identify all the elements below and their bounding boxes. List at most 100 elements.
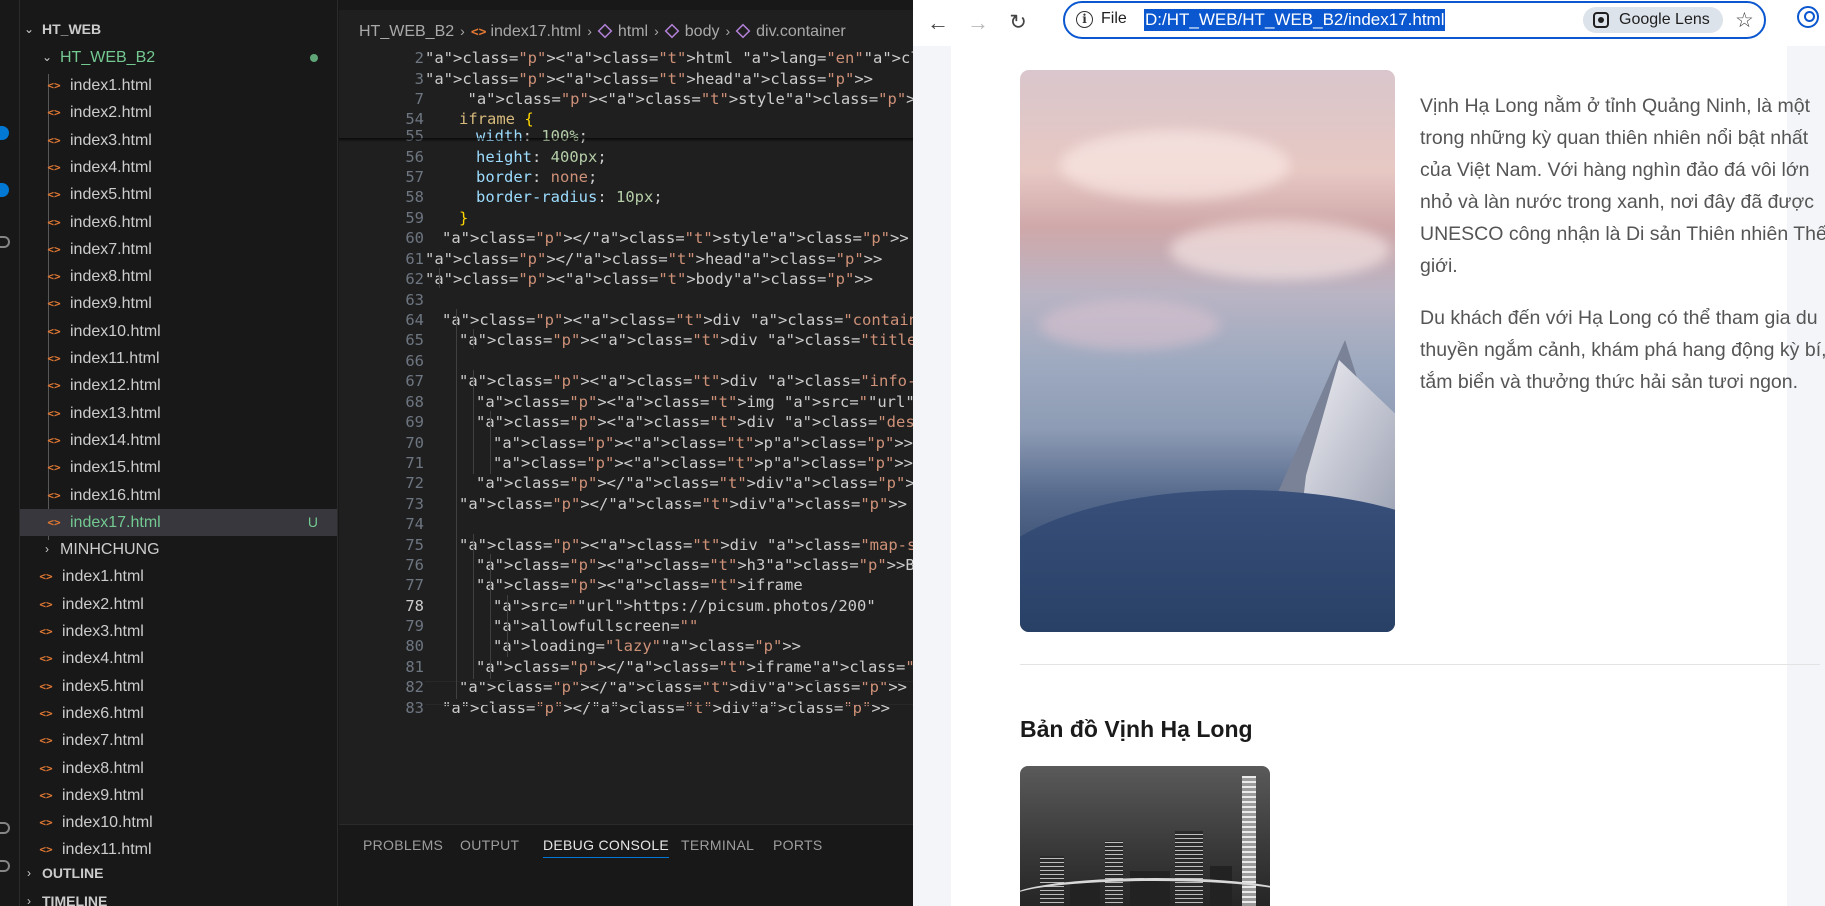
tree-item-label: index8.html	[70, 268, 152, 286]
html-file-icon: <>	[47, 79, 61, 92]
tree-file[interactable]: <> index1.html	[20, 563, 337, 590]
tree-file[interactable]: <> index4.html	[20, 645, 337, 672]
tree-file[interactable]: <> index8.html	[20, 263, 337, 290]
web-page: Vịnh Hạ Long nằm ở tỉnh Quảng Ninh, là m…	[913, 46, 1825, 906]
line-number: 83	[405, 699, 424, 717]
tree-folder-minhchung[interactable]: › MINHCHUNG	[20, 536, 337, 563]
html-file-icon: <>	[47, 188, 61, 202]
tree-file[interactable]: <> index6.html	[20, 209, 337, 236]
breadcrumb-segment[interactable]: html	[618, 23, 648, 40]
tree-file[interactable]: <> index8.html	[20, 755, 337, 782]
site-info-icon[interactable]: i	[1076, 11, 1093, 28]
outline-section-header[interactable]: › OUTLINE	[20, 860, 337, 887]
bookmark-star-icon[interactable]: ☆	[1735, 8, 1754, 33]
chevron-right-icon[interactable]: ›	[22, 888, 36, 906]
address-bar[interactable]: i File D:/HT_WEB/HT_WEB_B2/index17.html …	[1063, 1, 1766, 39]
tree-item-label: index14.html	[70, 431, 161, 449]
html-file-icon: <>	[47, 160, 61, 174]
html-file-icon: <>	[39, 570, 53, 584]
scheme-label: File	[1101, 10, 1127, 27]
panel-tab[interactable]: DEBUG CONSOLE	[543, 837, 670, 858]
chevron-down-icon[interactable]: ⌄	[22, 16, 36, 43]
html-file-icon: <>	[47, 270, 61, 284]
lens-icon	[1593, 12, 1609, 28]
map-iframe[interactable]	[1020, 766, 1270, 906]
container-card: Vịnh Hạ Long nằm ở tỉnh Quảng Ninh, là m…	[951, 46, 1825, 906]
tree-item-label: index6.html	[70, 213, 152, 231]
breadcrumb[interactable]: HT_WEB_B2 › <> index17.html › html › body › div.c…	[339, 17, 846, 45]
tree-file[interactable]: <> index1.html	[20, 72, 337, 99]
tree-file[interactable]: <> index15.html	[20, 454, 337, 481]
tree-file[interactable]: <> index3.html	[20, 127, 337, 154]
editor-tab[interactable]	[719, 0, 809, 8]
timeline-section-header[interactable]: › TIMELINE	[20, 888, 337, 906]
account-icon[interactable]	[0, 822, 10, 834]
tree-file[interactable]: <> index3.html	[20, 618, 337, 645]
profile-icon[interactable]	[1797, 6, 1819, 28]
chevron-right-icon[interactable]: ›	[40, 536, 54, 563]
reload-icon[interactable]: ↻	[1001, 6, 1035, 40]
tree-file[interactable]: <> index12.html	[20, 372, 337, 399]
tree-file[interactable]: <> index14.html	[20, 427, 337, 454]
panel-tab[interactable]: PORTS	[773, 837, 822, 853]
panel-tab[interactable]: OUTPUT	[460, 837, 519, 853]
url-text[interactable]: D:/HT_WEB/HT_WEB_B2/index17.html	[1144, 9, 1446, 31]
breadcrumb-segment[interactable]: body	[685, 23, 720, 40]
tree-item-label: index3.html	[62, 623, 144, 640]
tree-file[interactable]: <> index13.html	[20, 400, 337, 427]
tree-file[interactable]: <> index10.html	[20, 809, 337, 836]
notification-badge	[0, 183, 9, 197]
panel-tab[interactable]: TERMINAL	[681, 837, 754, 853]
html-file-icon: <>	[47, 379, 61, 393]
breadcrumb-segment[interactable]: HT_WEB_B2	[359, 23, 454, 40]
breadcrumb-separator-icon: ›	[725, 23, 731, 39]
tree-item-label: HT_WEB	[42, 21, 102, 37]
tree-file[interactable]: <> index5.html	[20, 181, 337, 208]
breadcrumb-segment[interactable]: div.container	[756, 23, 846, 40]
html-file-icon: <>	[47, 406, 61, 420]
editor-tabs-strip	[339, 0, 913, 10]
tree-file[interactable]: <> index5.html	[20, 673, 337, 700]
tree-file[interactable]: <> index16.html	[20, 482, 337, 509]
tree-file[interactable]: <> index4.html	[20, 154, 337, 181]
tree-file-selected[interactable]: <> index17.html U	[20, 508, 337, 536]
tree-file[interactable]: <> index10.html	[20, 318, 337, 345]
tree-item-label: index5.html	[62, 677, 144, 695]
tree-file[interactable]: <> index7.html	[20, 727, 337, 754]
settings-gear-icon[interactable]	[0, 860, 10, 872]
chevron-down-icon[interactable]: ⌄	[40, 44, 54, 71]
tree-file[interactable]: <> index9.html	[20, 782, 337, 809]
html-file-icon: <>	[47, 488, 61, 502]
editor-tab[interactable]	[559, 0, 649, 8]
tree-item-label: index1.html	[70, 77, 152, 94]
back-arrow-icon[interactable]: ←	[921, 6, 955, 40]
tree-file[interactable]: <> index6.html	[20, 700, 337, 727]
symbol-element-icon	[735, 23, 751, 39]
tree-root-folder[interactable]: ⌄ HT_WEB	[20, 16, 337, 43]
tree-item-label: index7.html	[70, 240, 152, 258]
panel-tab-bar: PROBLEMS OUTPUT DEBUG CONSOLE TERMINAL PORTS	[339, 824, 913, 868]
indent-guide	[507, 595, 508, 657]
editor-tab[interactable]	[409, 0, 499, 8]
forward-arrow-icon[interactable]: →	[961, 6, 995, 40]
tree-item-label: index10.html	[70, 322, 161, 340]
chevron-right-icon[interactable]: ›	[22, 860, 36, 887]
extensions-icon[interactable]	[0, 236, 10, 248]
tree-file[interactable]: <> index2.html	[20, 99, 337, 126]
debug-console-panel[interactable]	[339, 868, 913, 906]
tree-file[interactable]: <> index2.html	[20, 591, 337, 618]
cloud-shape	[1040, 300, 1220, 350]
code-editor[interactable]: HT_WEB_B2 › <> index17.html › html › body › div.c…	[339, 0, 913, 906]
indent-guide	[473, 370, 474, 474]
breadcrumb-segment[interactable]: index17.html	[490, 23, 581, 40]
bridge-shape	[1020, 878, 1270, 906]
html-file-icon: <>	[47, 215, 61, 229]
tree-file[interactable]: <> index9.html	[20, 290, 337, 317]
tree-item-label: index16.html	[70, 486, 161, 504]
tree-file[interactable]: <> index7.html	[20, 236, 337, 263]
map-heading: Bản đồ Vịnh Hạ Long	[1020, 716, 1253, 742]
tree-file[interactable]: <> index11.html	[20, 345, 337, 372]
tree-folder-ht-web-b2[interactable]: ⌄ HT_WEB_B2	[20, 44, 337, 71]
panel-tab[interactable]: PROBLEMS	[363, 837, 443, 853]
google-lens-button[interactable]: Google Lens	[1583, 7, 1723, 33]
